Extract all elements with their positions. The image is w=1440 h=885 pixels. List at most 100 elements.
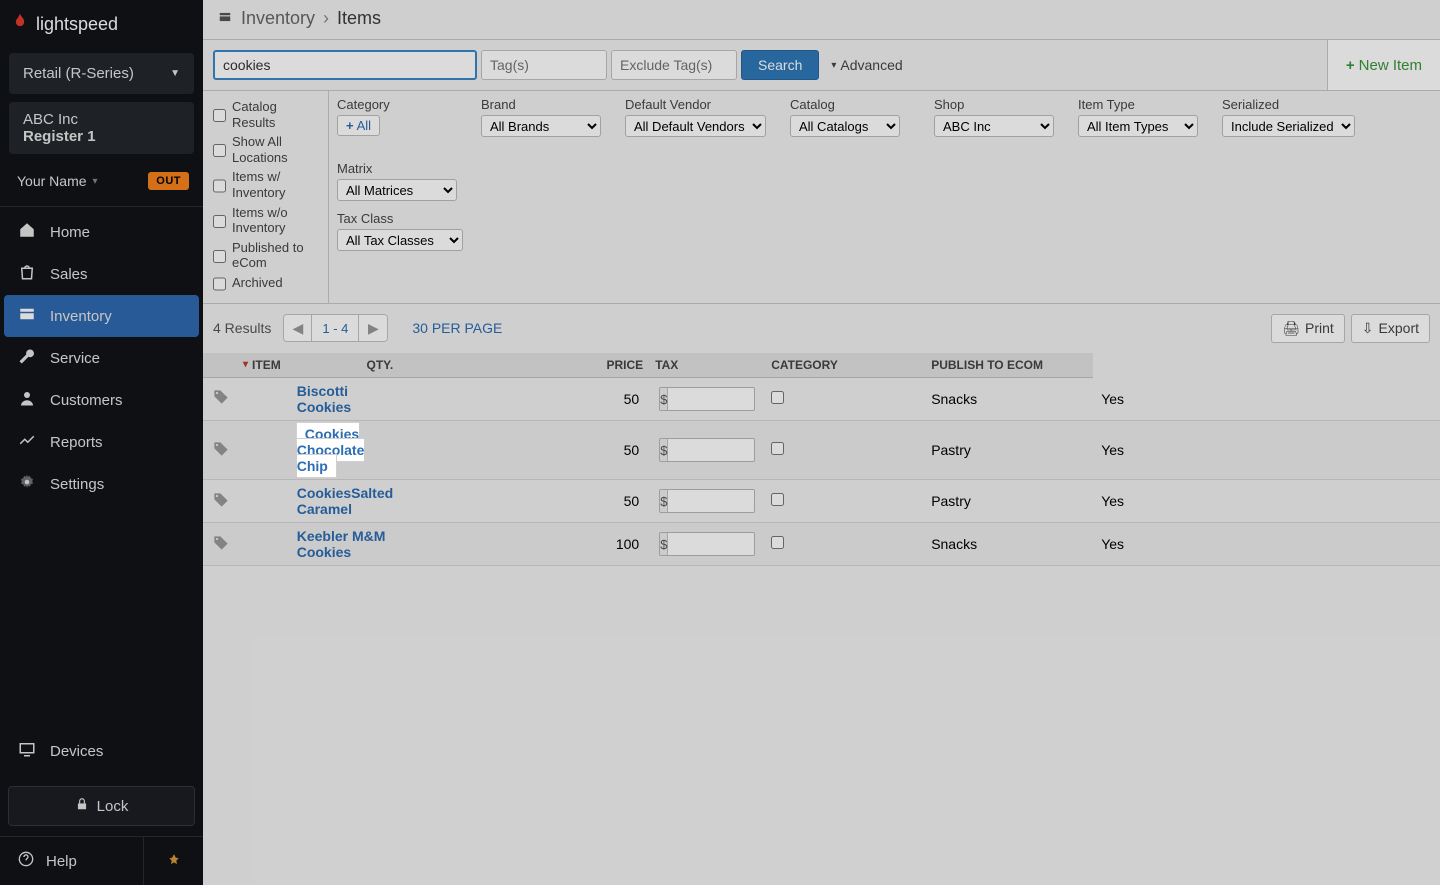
catalog-select[interactable]: All Catalogs xyxy=(790,115,900,137)
tag-icon[interactable] xyxy=(203,378,289,421)
price-value[interactable] xyxy=(668,533,755,555)
filter-label: Serialized xyxy=(1222,97,1355,112)
filter-catalog: Catalog All Catalogs xyxy=(790,97,910,137)
export-button[interactable]: ⇩ Export xyxy=(1351,314,1430,343)
new-item-button[interactable]: + New Item xyxy=(1327,40,1440,90)
filter-tax-class: Tax Class All Tax Classes xyxy=(337,211,463,251)
tax-cell xyxy=(763,421,923,480)
gear-icon xyxy=(18,473,36,495)
serialized-select[interactable]: Include Serialized xyxy=(1222,115,1355,137)
brand-select[interactable]: All Brands xyxy=(481,115,601,137)
nav-service[interactable]: Service xyxy=(0,337,203,379)
nav-label: Sales xyxy=(50,266,88,283)
price-input[interactable]: $ xyxy=(659,532,755,556)
price-cell: $ xyxy=(651,378,763,421)
check-items-without-inv[interactable] xyxy=(213,207,226,236)
pager-next[interactable]: ▶ xyxy=(359,315,387,341)
inventory-icon xyxy=(18,305,36,327)
search-button[interactable]: Search xyxy=(741,50,819,80)
nav-inventory[interactable]: Inventory xyxy=(4,295,199,337)
default-vendor-select[interactable]: All Default Vendors xyxy=(625,115,766,137)
check-items-with-inv[interactable] xyxy=(213,171,226,200)
shop-select[interactable]: ABC Inc xyxy=(934,115,1054,137)
check-show-all-locations[interactable] xyxy=(213,136,226,165)
per-page-link[interactable]: 30 PER PAGE xyxy=(412,320,502,336)
th-tax[interactable]: TAX xyxy=(651,353,763,378)
th-publish[interactable]: PUBLISH TO ECOM xyxy=(923,353,1093,378)
check-published-ecom[interactable] xyxy=(213,242,226,271)
th-qty[interactable]: QTY. xyxy=(289,353,401,378)
advanced-toggle[interactable]: ▾ Advanced xyxy=(831,57,902,73)
item-link[interactable]: Cookies Chocolate Chip xyxy=(297,423,365,477)
tax-checkbox[interactable] xyxy=(771,391,784,404)
pager-range: 1 - 4 xyxy=(312,315,359,341)
lock-button[interactable]: Lock xyxy=(8,786,195,826)
printer-icon: 🖨 xyxy=(1282,320,1300,337)
qty-cell: 50 xyxy=(401,480,651,523)
pin-button[interactable] xyxy=(143,837,203,885)
price-value[interactable] xyxy=(668,490,755,512)
tag-icon[interactable] xyxy=(203,421,289,480)
tags-input[interactable] xyxy=(481,50,607,80)
price-input[interactable]: $ xyxy=(659,387,755,411)
tag-icon[interactable] xyxy=(203,523,289,566)
check-label: Archived xyxy=(232,275,283,291)
pager-prev[interactable]: ◀ xyxy=(284,315,312,341)
chevron-down-icon: ▾ xyxy=(243,359,248,370)
help-button[interactable]: Help xyxy=(0,837,143,885)
results-count: 4 Results xyxy=(213,320,271,336)
company-block[interactable]: ABC Inc Register 1 xyxy=(9,102,194,154)
tax-class-select[interactable]: All Tax Classes xyxy=(337,229,463,251)
item-link[interactable]: Biscotti Cookies xyxy=(297,383,351,415)
price-input[interactable]: $ xyxy=(659,438,755,462)
new-item-label: New Item xyxy=(1359,57,1422,74)
filter-label: Tax Class xyxy=(337,211,463,226)
retail-dropdown[interactable]: Retail (R-Series) ▼ xyxy=(9,53,194,94)
item-name-cell: Cookies Chocolate Chip xyxy=(289,421,401,480)
th-item[interactable]: ▾ ITEM xyxy=(203,353,289,378)
nav-home[interactable]: Home xyxy=(0,211,203,253)
publish-cell: Yes xyxy=(1093,523,1440,566)
price-input[interactable]: $ xyxy=(659,489,755,513)
check-catalog-results[interactable] xyxy=(213,101,226,130)
check-label: Catalog Results xyxy=(232,99,322,130)
breadcrumb-section[interactable]: Inventory xyxy=(241,8,315,29)
nav-reports[interactable]: Reports xyxy=(0,421,203,463)
nav-customers[interactable]: Customers xyxy=(0,379,203,421)
publish-cell: Yes xyxy=(1093,480,1440,523)
print-button[interactable]: 🖨 Print xyxy=(1271,314,1345,343)
nav-label: Inventory xyxy=(50,308,112,325)
price-cell: $ xyxy=(651,523,763,566)
item-link[interactable]: Keebler M&M Cookies xyxy=(297,528,386,560)
chevron-down-icon: ▾ xyxy=(93,176,98,187)
check-label: Published to eCom xyxy=(232,240,322,271)
table-row: Keebler M&M Cookies 100 $ Snacks Yes xyxy=(203,523,1440,566)
price-value[interactable] xyxy=(668,388,755,410)
chart-icon xyxy=(18,431,36,453)
th-category[interactable]: CATEGORY xyxy=(763,353,923,378)
tax-checkbox[interactable] xyxy=(771,442,784,455)
user-row[interactable]: Your Name ▾ OUT xyxy=(0,158,203,207)
qty-cell: 50 xyxy=(401,421,651,480)
out-badge[interactable]: OUT xyxy=(148,172,189,190)
tag-icon[interactable] xyxy=(203,480,289,523)
tax-checkbox[interactable] xyxy=(771,536,784,549)
publish-cell: Yes xyxy=(1093,378,1440,421)
price-value[interactable] xyxy=(668,439,755,461)
check-archived[interactable] xyxy=(213,277,226,291)
nav-devices[interactable]: Devices xyxy=(0,730,203,776)
breadcrumb: Inventory › Items xyxy=(203,0,1440,40)
nav-settings[interactable]: Settings xyxy=(0,463,203,505)
item-link[interactable]: CookiesSalted Caramel xyxy=(297,485,393,517)
item-type-select[interactable]: All Item Types xyxy=(1078,115,1198,137)
nav-sales[interactable]: Sales xyxy=(0,253,203,295)
search-input[interactable] xyxy=(213,50,477,80)
filter-shop: Shop ABC Inc xyxy=(934,97,1054,137)
matrix-select[interactable]: All Matrices xyxy=(337,179,457,201)
tax-checkbox[interactable] xyxy=(771,493,784,506)
nav-label: Service xyxy=(50,350,100,367)
category-all-label: All xyxy=(357,118,371,133)
th-price[interactable]: PRICE xyxy=(401,353,651,378)
exclude-tags-input[interactable] xyxy=(611,50,737,80)
category-all-button[interactable]: +All xyxy=(337,115,380,136)
